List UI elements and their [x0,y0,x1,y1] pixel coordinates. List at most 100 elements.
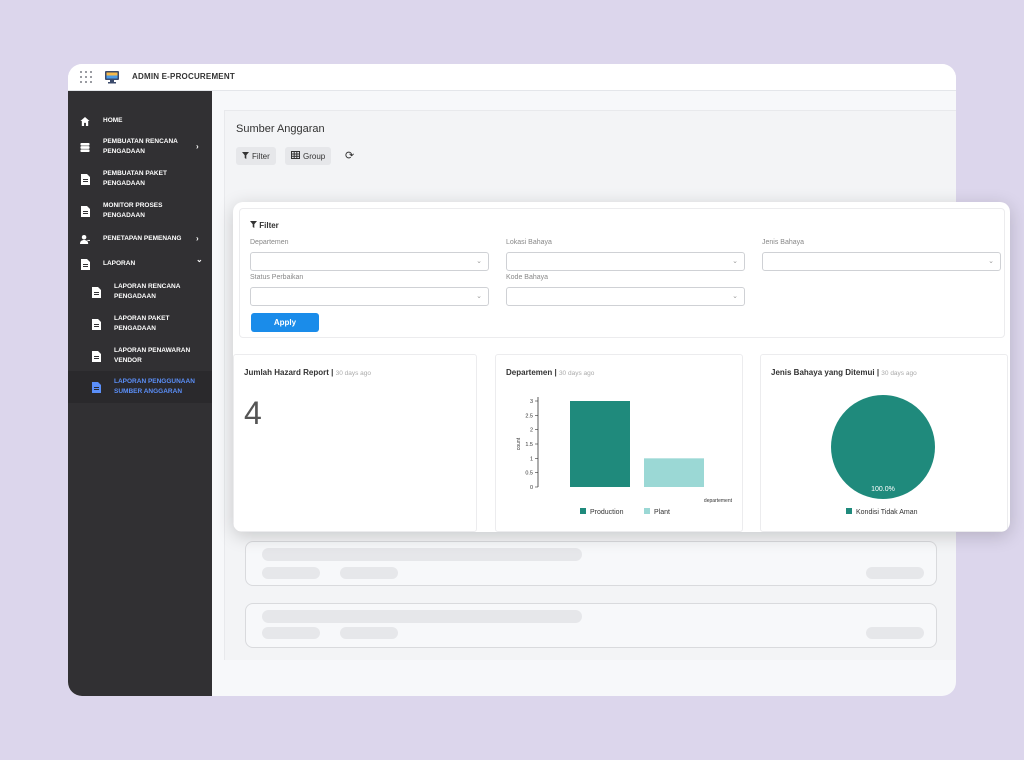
sidebar-item-label: HOME [103,117,123,124]
chevron-down-icon: ⌄ [476,258,482,265]
filter-icon [250,221,257,228]
jenis-bahaya-select[interactable]: ⌄ [762,252,1001,271]
app-logo-icon [105,71,119,84]
home-icon [80,116,90,127]
sidebar-item-laporan-rencana[interactable]: LAPORAN RENCANA PENGADAAN [68,282,212,302]
document-icon [80,205,90,217]
status-perbaikan-select[interactable]: ⌄ [250,287,489,306]
skeleton-line [262,610,582,623]
kode-bahaya-label: Kode Bahaya [506,274,549,281]
sidebar-item-home[interactable]: HOME [68,115,212,127]
top-bar: ADMIN E-PROCUREMENT [68,64,956,91]
sidebar-item-label: LAPORAN [103,260,136,267]
sidebar-item-label: MONITOR PROSES PENGADAAN [103,202,163,219]
database-icon [80,142,90,153]
user-icon [80,234,90,245]
loading-placeholder-card [245,603,937,648]
sidebar-item-label: PENETAPAN PEMENANG [103,235,182,242]
apps-grid-icon[interactable] [80,71,92,83]
chevron-down-icon: ⌄ [196,255,203,264]
sidebar-item-monitor-proses[interactable]: MONITOR PROSES PENGADAAN [68,201,212,221]
chevron-down-icon: ⌄ [732,293,738,300]
chevron-down-icon: ⌄ [476,293,482,300]
skeleton-line [866,567,924,579]
legend-swatch [644,508,650,514]
group-button-label: Group [303,151,326,161]
departemen-chart-card: Departemen | 30 days ago 0 0.5 1 1.5 2 2.5 3 co… [495,354,743,532]
chevron-right-icon: › [196,234,199,243]
legend-swatch [846,508,852,514]
skeleton-line [340,567,398,579]
sidebar-item-label: PEMBUATAN RENCANA PENGADAAN [103,138,178,155]
card-subtitle: 30 days ago [335,370,372,377]
lokasi-bahaya-label: Lokasi Bahaya [506,239,552,246]
skeleton-line [340,627,398,639]
skeleton-line [262,567,320,579]
bar-plant [644,458,704,487]
legend-swatch [580,508,586,514]
sidebar-item-label: LAPORAN PENAWARAN VENDOR [114,347,191,364]
skeleton-line [262,548,582,561]
table-icon [291,151,300,161]
y-axis-title: count [516,437,522,450]
filter-button[interactable]: Filter [236,147,276,165]
group-button[interactable]: Group [285,147,332,165]
jenis-bahaya-chart-card: Jenis Bahaya yang Ditemui | 30 days ago … [760,354,1008,532]
status-perbaikan-label: Status Perbaikan [250,274,304,281]
sidebar-item-label: LAPORAN PENGGUNAAN SUMBER ANGGARAN [114,378,195,395]
y-tick-label: 1 [530,456,533,462]
sidebar-item-label: LAPORAN RENCANA PENGADAAN [114,283,181,300]
skeleton-line [262,627,320,639]
apply-button[interactable]: Apply [251,313,319,332]
filter-heading-text: Filter [259,221,279,230]
y-tick-label: 3 [530,399,533,405]
departemen-bar-chart: 0 0.5 1 1.5 2 2.5 3 count departement Production P… [516,397,733,516]
sidebar: HOME PEMBUATAN RENCANA PENGADAAN › PEMBU… [68,91,212,696]
app-title: ADMIN E-PROCUREMENT [132,72,235,81]
dashboard-overlay: Filter Departemen ⌄ Lokasi Bahaya ⌄ Jeni… [233,202,1010,532]
hazard-count-value: 4 [244,395,262,431]
filter-button-label: Filter [252,151,270,161]
document-icon [80,173,90,185]
sidebar-item-laporan-paket[interactable]: LAPORAN PAKET PENGADAAN [68,314,212,334]
y-tick-label: 0.5 [525,471,533,477]
filter-icon [242,151,249,161]
sidebar-item-penetapan-pemenang[interactable]: PENETAPAN PEMENANG › [68,233,212,245]
filter-panel: Filter Departemen ⌄ Lokasi Bahaya ⌄ Jeni… [239,208,1005,338]
chevron-down-icon: ⌄ [732,258,738,265]
document-icon [80,258,90,270]
kode-bahaya-select[interactable]: ⌄ [506,287,745,306]
sidebar-item-label: PEMBUATAN PAKET PENGADAAN [103,170,167,187]
pie-data-label: 100.0% [871,486,895,493]
sidebar-item-label: LAPORAN PAKET PENGADAAN [114,315,170,332]
y-tick-label: 1.5 [525,442,533,448]
document-icon [91,350,101,362]
sidebar-item-pembuatan-paket[interactable]: PEMBUATAN PAKET PENGADAAN [68,169,212,189]
card-title: Jumlah Hazard Report | 30 days ago [244,368,372,377]
jenis-bahaya-label: Jenis Bahaya [762,239,805,246]
pie-slice-0 [831,395,935,499]
skeleton-line [866,627,924,639]
card-title-text: Jumlah Hazard Report [244,368,329,377]
legend-label: Production [590,509,624,516]
departemen-label: Departemen [250,239,289,246]
page-title: Sumber Anggaran [236,123,325,135]
chevron-down-icon: ⌄ [988,258,994,265]
sidebar-item-laporan[interactable]: LAPORAN ⌄ [68,255,212,270]
departemen-select[interactable]: ⌄ [250,252,489,271]
y-tick-label: 2 [530,428,533,434]
legend-label: Kondisi Tidak Aman [856,509,918,516]
jenis-bahaya-pie-chart: 100.0% Kondisi Tidak Aman [831,395,935,516]
refresh-icon[interactable]: ⟳ [345,149,354,162]
filter-heading: Filter [250,221,279,230]
sidebar-item-laporan-sumber-anggaran[interactable]: LAPORAN PENGGUNAAN SUMBER ANGGARAN [68,371,212,403]
document-icon [91,381,101,393]
lokasi-bahaya-select[interactable]: ⌄ [506,252,745,271]
document-icon [91,286,101,298]
document-icon [91,318,101,330]
sidebar-item-laporan-penawaran[interactable]: LAPORAN PENAWARAN VENDOR [68,346,212,366]
legend-label: Plant [654,509,670,516]
sidebar-item-pembuatan-rencana[interactable]: PEMBUATAN RENCANA PENGADAAN › [68,137,212,157]
chevron-right-icon: › [196,142,199,151]
y-tick-label: 2.5 [525,413,533,419]
